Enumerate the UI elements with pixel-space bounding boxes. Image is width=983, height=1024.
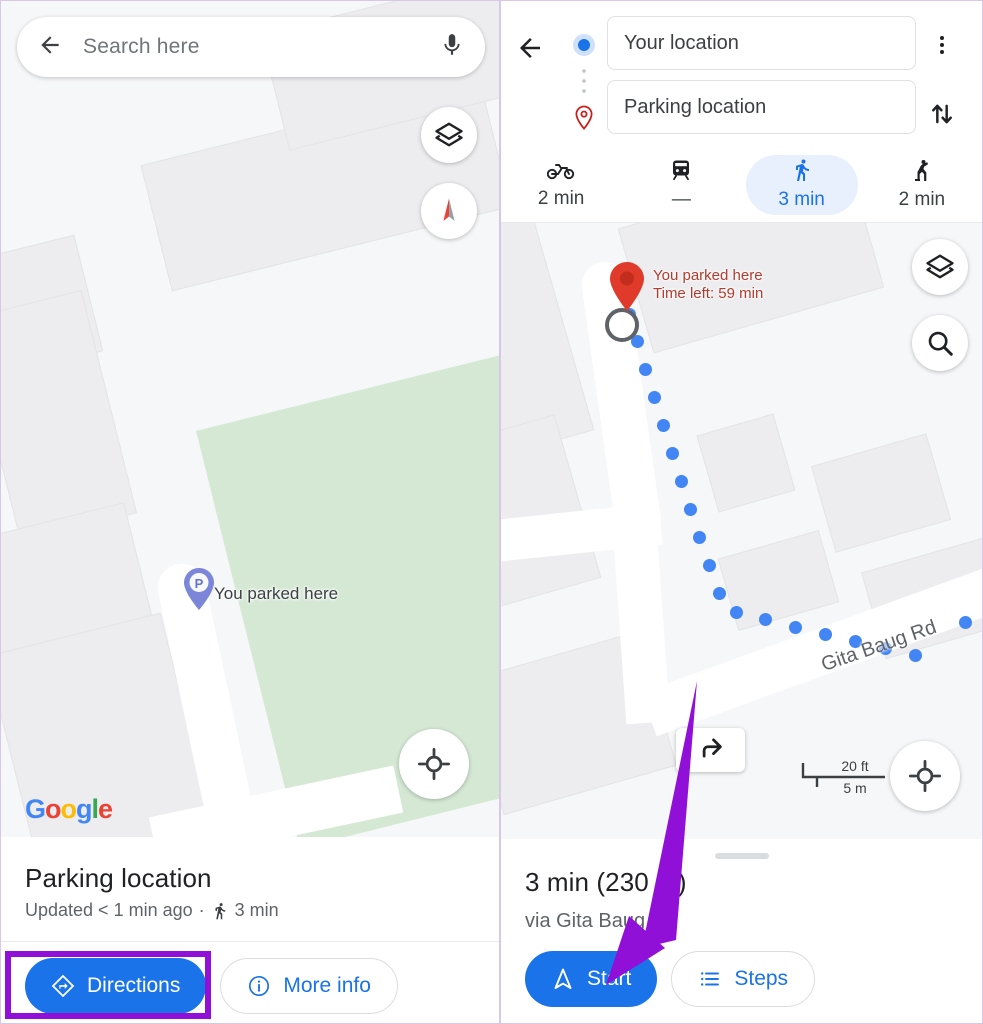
right-bottom-sheet: 3 min (230 m) via Gita Baug Rd Start Ste… <box>501 839 982 1023</box>
ride-hailing-icon <box>910 158 934 187</box>
destination-input[interactable]: Parking location <box>607 80 916 134</box>
info-circle-icon <box>247 974 271 998</box>
walk-duration: 3 min <box>234 900 279 920</box>
back-button[interactable] <box>515 11 561 68</box>
navigation-arrow-icon <box>551 967 575 991</box>
route-dot <box>713 587 726 600</box>
steps-button[interactable]: Steps <box>671 951 816 1007</box>
sheet-action-row: Directions More info <box>1 942 499 1014</box>
route-dot <box>759 613 772 626</box>
dual-screenshot-container: P You parked here Google Search here Par… <box>0 0 983 1024</box>
tab-motorcycle-time: 2 min <box>537 188 585 209</box>
tab-ride-hailing[interactable]: 2 min <box>866 155 978 215</box>
directions-header: Your location Parking location <box>501 1 982 147</box>
route-dot <box>684 503 697 516</box>
google-logo: Google <box>25 794 113 824</box>
route-dot <box>693 531 706 544</box>
route-dot <box>959 616 972 629</box>
swap-vertical-icon[interactable] <box>928 100 956 133</box>
compass-button[interactable] <box>421 183 477 239</box>
left-phone-screen: P You parked here Google Search here Par… <box>0 0 500 1024</box>
my-location-button[interactable] <box>399 729 469 799</box>
microphone-icon[interactable] <box>439 32 465 63</box>
more-info-button[interactable]: More info <box>220 958 398 1014</box>
directions-button[interactable]: Directions <box>25 958 207 1014</box>
travel-mode-tabs: 2 min — 3 min 2 min <box>501 147 982 223</box>
back-arrow-icon[interactable] <box>37 32 63 63</box>
tab-motorcycle[interactable]: 2 min <box>505 155 617 215</box>
parked-here-label: You parked here <box>214 584 339 603</box>
transit-train-icon <box>669 158 693 187</box>
destination-pin-icon <box>572 105 596 136</box>
more-info-button-label: More info <box>283 974 371 997</box>
route-dot <box>819 628 832 641</box>
walking-person-icon <box>790 158 814 187</box>
separator-dot: · <box>198 900 205 920</box>
svg-text:P: P <box>195 576 204 591</box>
tab-walking[interactable]: 3 min <box>745 154 858 215</box>
map-scale-bar: 20 ft 5 m <box>799 753 891 801</box>
route-endpoints-indicator <box>561 11 607 136</box>
turn-instruction-card[interactable] <box>676 728 745 772</box>
parking-pin-icon[interactable]: P <box>182 567 216 611</box>
route-dot <box>789 621 802 634</box>
search-input-placeholder[interactable]: Search here <box>83 35 439 59</box>
parked-here-label-line1: You parked here <box>653 267 763 284</box>
page-title: Parking location <box>25 863 212 893</box>
list-icon <box>698 967 722 991</box>
origin-dot-icon <box>572 33 596 62</box>
route-dot <box>639 363 652 376</box>
tab-transit-time: — <box>671 189 691 210</box>
route-via: via Gita Baug Rd <box>525 910 677 932</box>
route-dot <box>657 419 670 432</box>
user-location-marker <box>605 308 639 342</box>
route-dot <box>909 649 922 662</box>
route-dot <box>648 391 661 404</box>
sheet-action-row: Start Steps <box>501 933 982 1007</box>
more-vert-icon[interactable] <box>930 33 954 62</box>
parked-here-label-line2: Time left: 59 min <box>653 285 764 302</box>
dotted-connector-icon <box>581 68 587 99</box>
directions-button-label: Directions <box>87 974 181 997</box>
origin-input[interactable]: Your location <box>607 16 916 70</box>
building <box>696 413 796 513</box>
route-dot <box>675 475 688 488</box>
directions-diamond-icon <box>51 974 75 998</box>
start-button[interactable]: Start <box>525 951 658 1007</box>
route-dot <box>703 559 716 572</box>
map-search-button[interactable] <box>912 315 968 371</box>
walking-person-icon <box>211 901 229 921</box>
svg-text:20 ft: 20 ft <box>841 758 868 774</box>
origin-row: Your location <box>607 11 916 75</box>
tab-walking-time: 3 min <box>778 189 825 210</box>
destination-row: Parking location <box>607 75 916 139</box>
building <box>810 433 952 553</box>
motorcycle-icon <box>546 159 575 186</box>
updated-text: Updated < 1 min ago <box>25 900 193 920</box>
sheet-drag-handle[interactable] <box>714 853 769 859</box>
sheet-subtitle: Updated < 1 min ago · 3 min <box>1 894 499 921</box>
start-button-label: Start <box>587 967 632 990</box>
route-dot <box>730 606 743 619</box>
map-layers-button[interactable] <box>421 107 477 163</box>
tab-ride-hailing-time: 2 min <box>898 189 946 210</box>
route-dot <box>666 447 679 460</box>
left-bottom-sheet: Parking location Updated < 1 min ago · 3… <box>1 837 499 1023</box>
my-location-button[interactable] <box>890 741 960 811</box>
destination-pin-icon[interactable] <box>607 261 647 313</box>
map-layers-button[interactable] <box>912 239 968 295</box>
tab-transit[interactable]: — <box>625 155 737 215</box>
route-eta: 3 min (230 m) <box>525 867 687 897</box>
turn-right-icon <box>696 733 726 768</box>
right-phone-screen: You parked here Time left: 59 min Gita B… <box>500 0 983 1024</box>
search-bar[interactable]: Search here <box>17 17 485 77</box>
svg-text:5 m: 5 m <box>843 780 866 796</box>
steps-button-label: Steps <box>734 967 789 990</box>
